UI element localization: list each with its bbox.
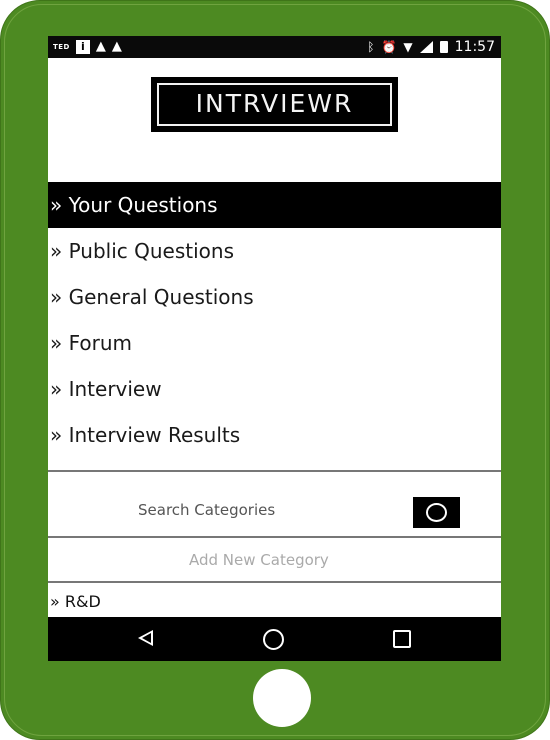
status-bar: TED i ▲ ▲ ᛒ ⏰ ▼ 11:57: [48, 36, 501, 58]
menu-item-interview[interactable]: » Interview: [48, 366, 501, 412]
wifi-icon: ▼: [403, 40, 413, 54]
home-icon[interactable]: [263, 629, 284, 650]
menu-item-public-questions[interactable]: » Public Questions: [48, 228, 501, 274]
bluetooth-icon: ᛒ: [367, 40, 375, 54]
status-time: 11:57: [454, 39, 495, 55]
back-icon[interactable]: [138, 630, 153, 646]
app-logo: INTRVIEWR: [151, 77, 398, 132]
battery-icon: [439, 41, 448, 53]
phone-frame: TED i ▲ ▲ ᛒ ⏰ ▼ 11:57 INTRVIEWR » Your Q…: [0, 0, 550, 740]
alarm-icon: ⏰: [381, 40, 397, 54]
search-categories-input[interactable]: Search Categories: [138, 501, 275, 519]
category-item-rd[interactable]: » R&D: [50, 592, 101, 611]
add-category-input[interactable]: Add New Category: [189, 551, 329, 569]
app-logo-text: INTRVIEWR: [157, 83, 392, 126]
menu-item-forum[interactable]: » Forum: [48, 320, 501, 366]
menu-item-general-questions[interactable]: » General Questions: [48, 274, 501, 320]
add-category-row: Add New Category: [48, 538, 501, 582]
menu-divider: [48, 470, 501, 472]
phone-screen: TED i ▲ ▲ ᛒ ⏰ ▼ 11:57 INTRVIEWR » Your Q…: [48, 36, 501, 661]
warning-icon: ▲: [95, 39, 106, 54]
menu-item-interview-results[interactable]: » Interview Results: [48, 412, 501, 458]
add-divider: [48, 581, 501, 583]
nav-bar: [48, 617, 501, 661]
search-button[interactable]: [413, 497, 460, 528]
search-circle-icon: [426, 503, 447, 522]
menu-item-your-questions[interactable]: » Your Questions: [48, 182, 501, 228]
signal-icon: [419, 41, 433, 53]
warning-icon: ▲: [111, 39, 122, 54]
search-categories-row: Search Categories: [48, 474, 501, 536]
ted-icon: TED: [53, 43, 70, 51]
main-menu: » Your Questions » Public Questions » Ge…: [48, 182, 501, 458]
device-home-button[interactable]: [253, 669, 311, 727]
info-icon: i: [75, 40, 90, 54]
recents-icon[interactable]: [393, 630, 411, 648]
